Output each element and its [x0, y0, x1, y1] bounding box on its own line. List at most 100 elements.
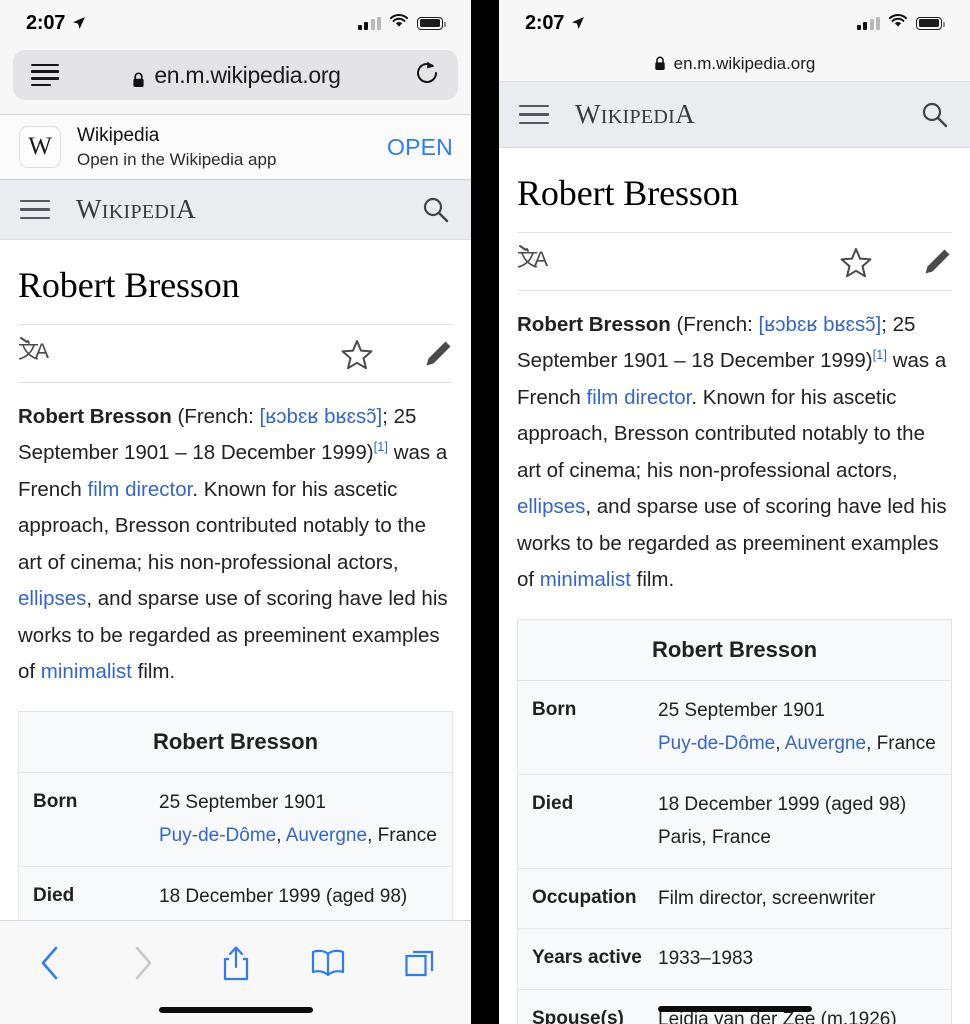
- lock-icon: [654, 56, 667, 72]
- french-label: (French:: [171, 405, 260, 428]
- wordmark-a: A: [675, 99, 695, 129]
- url-bar[interactable]: en.m.wikipedia.org: [13, 50, 458, 100]
- died-date: 18 December 1999 (aged 98): [159, 885, 408, 907]
- location-arrow-icon: [571, 16, 585, 30]
- infobox-right: Robert Bresson Born 25 September 1901 Pu…: [517, 618, 952, 1024]
- article-body-left: Robert Bresson 文 A Robert Bresson (Frenc…: [0, 240, 471, 1024]
- smart-app-banner[interactable]: W Wikipedia Open in the Wikipedia app OP…: [0, 114, 471, 180]
- ipa-link[interactable]: [ʁɔbɛʁ bʁɛsɔ̃]: [260, 405, 383, 428]
- location-arrow-icon: [72, 16, 86, 30]
- infobox-value-died: 18 December 1999 (aged 98) Paris, France: [658, 775, 951, 868]
- reference-marker[interactable]: [1]: [374, 440, 388, 455]
- link-film-director[interactable]: film director: [587, 386, 692, 409]
- status-left-group: 2:07: [26, 12, 86, 35]
- wikipedia-wordmark[interactable]: WIKIPEDIA: [76, 194, 422, 225]
- star-outline-icon[interactable]: [341, 339, 373, 369]
- subject-name: Robert Bresson: [18, 405, 172, 428]
- pencil-edit-icon[interactable]: [922, 247, 952, 277]
- wikipedia-wordmark[interactable]: WIKIPEDIA: [575, 99, 921, 130]
- infobox-value-born: 25 September 1901 Puy-de-Dôme, Auvergne,…: [658, 681, 951, 774]
- link-puy-de-dome[interactable]: Puy-de-Dôme: [159, 825, 276, 846]
- safari-toolbar-icons: [0, 921, 471, 991]
- search-icon[interactable]: [422, 196, 449, 223]
- link-ellipses[interactable]: ellipses: [517, 495, 585, 518]
- url-text-group[interactable]: en.m.wikipedia.org: [59, 62, 414, 89]
- reference-link[interactable]: [1]: [374, 440, 388, 455]
- article-body-right: Robert Bresson 文 A Robert Bresson (Frenc…: [499, 148, 970, 1024]
- language-translate-icon[interactable]: 文 A: [517, 243, 551, 280]
- infobox-key-spouse: Spouse(s): [532, 1007, 624, 1024]
- back-button[interactable]: [28, 941, 72, 985]
- born-place: Puy-de-Dôme, Auvergne, France: [159, 825, 437, 847]
- svg-text:A: A: [35, 340, 49, 363]
- forward-button: [121, 941, 165, 985]
- infobox-key-born: Born: [33, 790, 78, 812]
- status-time: 2:07: [525, 11, 565, 34]
- wordmark-ikipedi: IKIPEDI: [600, 106, 676, 128]
- infobox-key-occupation: Occupation: [532, 886, 637, 908]
- infobox-title: Robert Bresson: [19, 712, 452, 773]
- wordmark-a: A: [176, 194, 196, 224]
- wikipedia-header-left: WIKIPEDIA: [0, 180, 471, 240]
- page-title: Robert Bresson: [517, 148, 952, 233]
- infobox-value-years: 1933–1983: [658, 948, 754, 970]
- tabs-button[interactable]: [399, 941, 443, 985]
- link-ellipses[interactable]: ellipses: [18, 587, 86, 610]
- died-date: 18 December 1999 (aged 98): [658, 793, 907, 815]
- status-left-group-right: 2:07: [525, 12, 585, 35]
- infobox-key-died: Died: [532, 792, 574, 814]
- born-place: Puy-de-Dôme, Auvergne, France: [658, 733, 936, 755]
- link-minimalist[interactable]: minimalist: [41, 660, 132, 683]
- home-indicator-left: [158, 1007, 313, 1013]
- wordmark-w: W: [76, 194, 102, 224]
- app-banner-open-button[interactable]: OPEN: [387, 134, 453, 161]
- died-place: Paris, France: [658, 827, 771, 849]
- article-actions: [341, 339, 453, 369]
- dual-phone-screenshot: 2:07 en.m.wikipedia.org W Wikipedia Open…: [0, 0, 970, 1024]
- reference-link[interactable]: [1]: [873, 348, 887, 363]
- infobox-title: Robert Bresson: [518, 620, 951, 681]
- safari-toolbar: [0, 920, 471, 1024]
- link-puy-de-dome[interactable]: Puy-de-Dôme: [658, 733, 775, 754]
- share-button[interactable]: [214, 941, 258, 985]
- born-date: 25 September 1901: [658, 699, 825, 721]
- reference-marker[interactable]: [1]: [873, 348, 887, 363]
- app-banner-text: Wikipedia Open in the Wikipedia app: [77, 124, 371, 171]
- app-banner-title: Wikipedia: [77, 124, 160, 146]
- language-translate-icon[interactable]: 文 A: [18, 335, 52, 372]
- hamburger-menu-icon[interactable]: [519, 104, 549, 125]
- status-bar-left: 2:07: [0, 0, 471, 46]
- link-film-director[interactable]: film director: [88, 478, 193, 501]
- bookmarks-button[interactable]: [306, 941, 350, 985]
- article-tools-bar: 文 A: [517, 233, 952, 291]
- pencil-edit-icon[interactable]: [423, 339, 453, 369]
- reader-view-icon[interactable]: [31, 63, 59, 87]
- infobox-key-years: Years active: [532, 947, 642, 969]
- battery-full-icon: [916, 16, 945, 30]
- link-auvergne[interactable]: Auvergne: [785, 733, 866, 754]
- safari-url-bar-container: en.m.wikipedia.org: [0, 46, 471, 114]
- hamburger-menu-icon[interactable]: [20, 199, 50, 220]
- link-auvergne[interactable]: Auvergne: [286, 825, 367, 846]
- wordmark-w: W: [575, 99, 601, 129]
- right-phone-screen: 2:07 en.m.wikipedia.org WIKIPEDIA Robert…: [499, 0, 970, 1024]
- link-minimalist[interactable]: minimalist: [540, 568, 631, 591]
- status-bar-right: 2:07: [499, 0, 970, 46]
- ipa-link[interactable]: [ʁɔbɛʁ bʁɛsɔ̃]: [759, 313, 882, 336]
- table-row: Years active 1933–1983: [518, 929, 951, 990]
- page-title: Robert Bresson: [18, 240, 453, 325]
- infobox-value-born: 25 September 1901 Puy-de-Dôme, Auvergne,…: [159, 773, 452, 866]
- svg-text:A: A: [534, 248, 548, 271]
- lead-end: film.: [630, 568, 675, 592]
- star-outline-icon[interactable]: [840, 247, 872, 277]
- reload-icon[interactable]: [414, 60, 440, 91]
- french-label: (French:: [670, 313, 759, 336]
- search-icon[interactable]: [921, 101, 948, 128]
- collapsed-url-bar[interactable]: en.m.wikipedia.org: [499, 46, 970, 82]
- born-country: , France: [866, 733, 936, 755]
- left-phone-screen: 2:07 en.m.wikipedia.org W Wikipedia Open…: [0, 0, 471, 1024]
- table-row: Born 25 September 1901 Puy-de-Dôme, Auve…: [518, 681, 951, 775]
- article-tools-bar: 文 A: [18, 325, 453, 383]
- article-actions: [840, 247, 952, 277]
- wikipedia-app-icon: W: [19, 126, 61, 168]
